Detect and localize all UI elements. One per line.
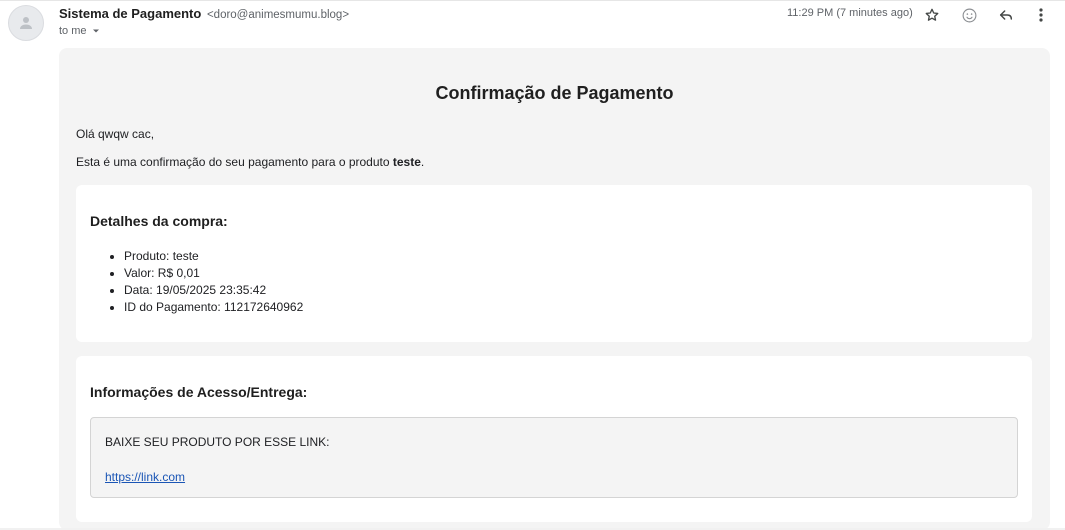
email-timestamp: 11:29 PM (7 minutes ago) xyxy=(787,7,913,19)
recipient-details-toggle[interactable]: to me xyxy=(59,25,101,37)
reply-button[interactable] xyxy=(995,4,1017,26)
purchase-details-heading: Detalhes da compra: xyxy=(90,213,228,229)
email-body: Confirmação de Pagamento Olá qwqw cac, E… xyxy=(59,48,1050,530)
access-info-heading: Informações de Acesso/Entrega: xyxy=(90,384,308,400)
detail-date: Data: 19/05/2025 23:35:42 xyxy=(124,282,303,299)
access-info-box: BAIXE SEU PRODUTO POR ESSE LINK: https:/… xyxy=(90,417,1018,498)
detail-payment-id: ID do Pagamento: 112172640962 xyxy=(124,299,303,316)
more-options-icon xyxy=(1039,8,1043,22)
access-instruction-text: BAIXE SEU PRODUTO POR ESSE LINK: xyxy=(105,435,330,449)
sender-name[interactable]: Sistema de Pagamento xyxy=(59,6,201,21)
reply-icon xyxy=(999,10,1013,20)
chevron-down-icon xyxy=(92,29,99,33)
access-info-card: Informações de Acesso/Entrega: BAIXE SEU… xyxy=(76,356,1032,522)
greeting-text: Olá qwqw cac, xyxy=(76,127,155,141)
purchase-details-card: Detalhes da compra: Produto: teste Valor… xyxy=(76,185,1032,342)
avatar-person-icon xyxy=(20,17,32,29)
star-icon xyxy=(925,8,939,21)
recipient-label: to me xyxy=(59,25,87,37)
detail-value: Valor: R$ 0,01 xyxy=(124,265,303,282)
intro-product: teste xyxy=(392,155,421,169)
download-link[interactable]: https://link.com xyxy=(105,470,185,484)
sender-line: Sistema de Pagamento <doro@animesmumu.bl… xyxy=(59,6,349,21)
intro-suffix: . xyxy=(420,155,425,169)
more-options-button[interactable] xyxy=(1030,4,1052,26)
intro-text: Esta é uma confirmação do seu pagamento … xyxy=(76,155,424,169)
sender-email: <doro@animesmumu.blog> xyxy=(206,9,350,21)
detail-product: Produto: teste xyxy=(124,248,303,265)
intro-prefix: Esta é uma confirmação do seu pagamento … xyxy=(76,155,393,169)
top-divider xyxy=(0,0,1065,1)
email-title: Confirmação de Pagamento xyxy=(435,83,674,103)
purchase-details-list: Produto: teste Valor: R$ 0,01 Data: 19/0… xyxy=(90,248,303,316)
react-button[interactable] xyxy=(958,4,980,26)
star-button[interactable] xyxy=(921,4,943,26)
sender-avatar[interactable] xyxy=(8,5,44,41)
emoji-icon xyxy=(962,8,976,22)
